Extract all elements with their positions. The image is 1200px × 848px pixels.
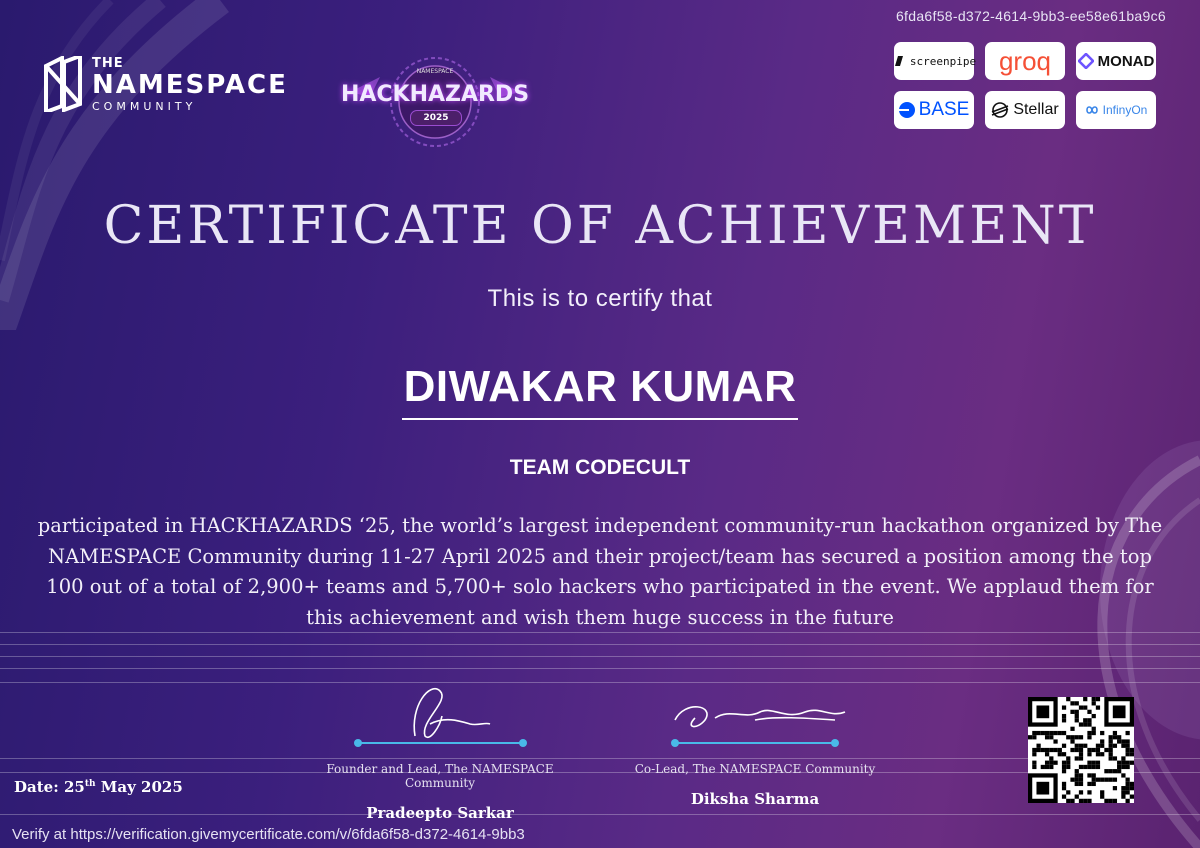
signatory-name: Pradeepto Sarkar	[366, 804, 514, 822]
sponsor-stellar: Stellar	[985, 91, 1065, 129]
certificate-subtitle: This is to certify that	[487, 285, 713, 312]
certificate-title: CERTIFICATE OF ACHIEVEMENT	[103, 196, 1097, 256]
monad-icon	[1077, 53, 1094, 69]
sponsor-label: InfinyOn	[1102, 103, 1148, 117]
sponsor-label: MONAD	[1097, 52, 1155, 70]
scan-line	[0, 656, 1200, 657]
sponsor-label: groq	[998, 45, 1052, 76]
sponsor-monad: MONAD	[1076, 42, 1156, 80]
hackhazards-logo-title: HACKHAZARDS	[340, 82, 530, 107]
scan-line	[0, 772, 1200, 773]
recipient-name: DIWAKAR KUMAR	[401, 362, 799, 420]
signatory-colead: Co-Lead, The NAMESPACE Community Diksha …	[610, 690, 900, 808]
scan-line	[0, 668, 1200, 669]
infinyon-icon	[1085, 105, 1099, 115]
scan-line	[0, 682, 1200, 683]
signature-founder	[413, 688, 491, 739]
stellar-icon	[991, 101, 1009, 119]
signatory-name: Diksha Sharma	[690, 790, 820, 808]
sponsor-logos: screenpipe groq MONAD BASE Stellar Infin…	[894, 42, 1156, 129]
hackhazards-logo-year: 2025	[410, 110, 462, 126]
signature-colead	[674, 706, 846, 728]
hackhazards-logo: NAMESPACE HACKHAZARDS 2025	[340, 52, 530, 152]
scan-line	[0, 644, 1200, 645]
signature-line	[353, 739, 527, 747]
issue-date: Date: 25th May 2025	[14, 778, 183, 796]
recipient-name-wrap: DIWAKAR KUMAR	[0, 362, 1200, 420]
sponsor-screenpipe: screenpipe	[892, 42, 977, 80]
signatory-founder: Founder and Lead, The NAMESPACE Communit…	[290, 676, 590, 822]
namespace-logo: THE NAMESPACE COMMUNITY	[42, 56, 294, 112]
team-name: TEAM CODECULT	[509, 456, 691, 479]
certificate-id: 6fda6f58-d372-4614-9bb3-ee58e61ba9c6	[895, 8, 1166, 24]
date-rest: May 2025	[95, 778, 183, 796]
date-prefix: Date: 25	[14, 778, 85, 796]
base-icon	[898, 102, 915, 118]
verify-link[interactable]: Verify at https://verification.givemycer…	[12, 826, 525, 843]
sponsor-groq: groq	[985, 42, 1065, 80]
hackhazards-logo-top: NAMESPACE	[416, 68, 454, 75]
certificate-body: participated in HACKHAZARDS ‘25, the wor…	[37, 514, 1163, 629]
sponsor-infinyon: InfinyOn	[1076, 91, 1156, 129]
background-swirl-left	[0, 0, 230, 330]
namespace-logo-icon	[44, 56, 82, 112]
namespace-logo-community: COMMUNITY	[92, 99, 197, 113]
sponsor-label: Stellar	[1013, 101, 1059, 118]
sponsor-base: BASE	[894, 91, 974, 129]
scan-line	[0, 632, 1200, 633]
signatory-role: Co-Lead, The NAMESPACE Community	[634, 762, 876, 776]
namespace-logo-name: NAMESPACE	[92, 69, 288, 100]
namespace-logo-the: THE	[92, 55, 124, 71]
date-suffix: th	[84, 779, 96, 789]
sponsor-label: screenpipe	[909, 54, 977, 68]
screenpipe-icon	[892, 54, 906, 68]
signature-line	[671, 739, 839, 747]
scan-line	[0, 758, 1200, 759]
sponsor-label: BASE	[918, 99, 970, 120]
scan-line	[0, 814, 1200, 815]
signatory-role: Founder and Lead, The NAMESPACE Communit…	[326, 762, 554, 790]
qr-code[interactable]	[1028, 697, 1134, 803]
